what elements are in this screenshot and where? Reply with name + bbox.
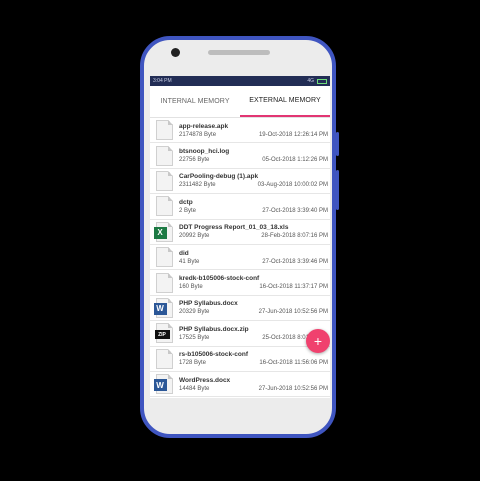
file-name: btsnoop_hci.log bbox=[179, 148, 230, 156]
file-icon bbox=[155, 348, 173, 369]
file-date: 28-Feb-2018 8:07:16 PM bbox=[261, 233, 328, 240]
network-type: 4G bbox=[307, 78, 314, 84]
excel-icon: X bbox=[153, 221, 173, 242]
file-icon bbox=[155, 145, 173, 166]
tab-internal-memory[interactable]: INTERNAL MEMORY bbox=[150, 86, 240, 117]
list-item[interactable]: W WordPress.docx 14484 Byte 27-Jun-2018 … bbox=[150, 372, 330, 398]
excel-badge: X bbox=[153, 226, 167, 239]
file-size: 17525 Byte bbox=[179, 334, 210, 341]
battery-icon bbox=[317, 78, 327, 84]
file-name: app-release.apk bbox=[179, 122, 229, 130]
file-size: 20992 Byte bbox=[179, 233, 210, 240]
status-time: 3:04 PM bbox=[153, 78, 172, 84]
file-size: 2311482 Byte bbox=[179, 182, 216, 189]
file-date: 05-Oct-2018 1:12:26 PM bbox=[262, 157, 328, 164]
file-name: PHP Syllabus.docx.zip bbox=[179, 325, 249, 333]
file-name: WordPress.docx bbox=[179, 376, 231, 384]
status-bar: 3:04 PM 4G bbox=[150, 76, 330, 86]
list-item[interactable]: app-release.apk 2174878 Byte 19-Oct-2018… bbox=[150, 118, 330, 144]
file-size: 20329 Byte bbox=[179, 309, 210, 316]
list-item[interactable]: did 41 Byte 27-Oct-2018 3:39:46 PM bbox=[150, 245, 330, 271]
tab-external-memory[interactable]: EXTERNAL MEMORY bbox=[240, 86, 330, 117]
file-icon bbox=[155, 247, 173, 268]
file-date: 19-Oct-2018 12:26:14 PM bbox=[258, 131, 328, 138]
file-size: 1728 Byte bbox=[179, 360, 207, 367]
add-button[interactable]: + bbox=[306, 329, 330, 353]
file-name: kredk-b105006-stock-conf bbox=[179, 275, 260, 283]
file-size: 22756 Byte bbox=[179, 157, 210, 164]
list-item[interactable]: rs-b105006-stock-conf 1728 Byte 16-Oct-2… bbox=[150, 347, 330, 372]
power-button bbox=[336, 170, 339, 210]
volume-button bbox=[336, 132, 339, 156]
screen: 3:04 PM 4G INTERNAL MEMORY EXTERNAL MEMO… bbox=[150, 76, 330, 398]
list-item[interactable]: W PHP Syllabus.docx 20329 Byte 27-Jun-20… bbox=[150, 296, 330, 322]
list-item[interactable]: ZIP PHP Syllabus.docx.zip 17525 Byte 25-… bbox=[150, 321, 330, 347]
file-name: rs-b105006-stock-conf bbox=[179, 351, 248, 359]
word-badge: W bbox=[153, 379, 167, 392]
file-size: 160 Byte bbox=[179, 284, 203, 291]
file-date: 16-Oct-2018 11:56:06 PM bbox=[259, 360, 328, 367]
earpiece-speaker bbox=[208, 50, 270, 55]
file-icon bbox=[155, 120, 173, 141]
file-list: app-release.apk 2174878 Byte 19-Oct-2018… bbox=[150, 118, 330, 398]
list-item[interactable]: CarPooling-debug (1).apk 2311482 Byte 03… bbox=[150, 169, 330, 195]
file-icon bbox=[155, 272, 173, 293]
file-size: 14484 Byte bbox=[179, 385, 210, 392]
file-name: dctp bbox=[179, 198, 193, 206]
file-date: 03-Aug-2018 10:00:02 PM bbox=[257, 182, 328, 189]
file-size: 2 Byte bbox=[179, 207, 197, 214]
list-item[interactable]: X DDT Progress Report_01_03_18.xls 20992… bbox=[150, 220, 330, 245]
list-item[interactable]: dctp 2 Byte 27-Oct-2018 3:39:40 PM bbox=[150, 194, 330, 220]
file-icon bbox=[155, 196, 173, 217]
file-icon bbox=[155, 170, 173, 191]
word-icon: W bbox=[153, 297, 173, 318]
list-item[interactable]: kredk-b105006-stock-conf 160 Byte 16-Oct… bbox=[150, 270, 330, 296]
file-name: CarPooling-debug (1).apk bbox=[179, 173, 259, 181]
word-icon: W bbox=[153, 374, 173, 395]
file-name: did bbox=[179, 249, 189, 257]
front-camera bbox=[171, 48, 180, 57]
file-date: 27-Oct-2018 3:39:40 PM bbox=[262, 207, 328, 214]
list-item[interactable]: btsnoop_hci.log 22756 Byte 05-Oct-2018 1… bbox=[150, 143, 330, 169]
status-icons: 4G bbox=[307, 78, 327, 84]
file-size: 2174878 Byte bbox=[179, 131, 217, 138]
zip-badge: ZIP bbox=[154, 330, 170, 340]
phone-frame: 3:04 PM 4G INTERNAL MEMORY EXTERNAL MEMO… bbox=[140, 36, 339, 438]
file-date: 16-Oct-2018 11:37:17 PM bbox=[259, 284, 328, 291]
zip-icon: ZIP bbox=[154, 323, 173, 344]
storage-tabs: INTERNAL MEMORY EXTERNAL MEMORY bbox=[150, 86, 330, 118]
file-date: 27-Oct-2018 3:39:46 PM bbox=[262, 258, 328, 265]
file-name: DDT Progress Report_01_03_18.xls bbox=[179, 224, 289, 232]
file-name: PHP Syllabus.docx bbox=[179, 300, 238, 308]
file-date: 27-Jun-2018 10:52:56 PM bbox=[258, 309, 328, 316]
file-size: 41 Byte bbox=[179, 258, 200, 265]
file-date: 27-Jun-2018 10:52:56 PM bbox=[258, 385, 328, 392]
word-badge: W bbox=[153, 302, 167, 315]
